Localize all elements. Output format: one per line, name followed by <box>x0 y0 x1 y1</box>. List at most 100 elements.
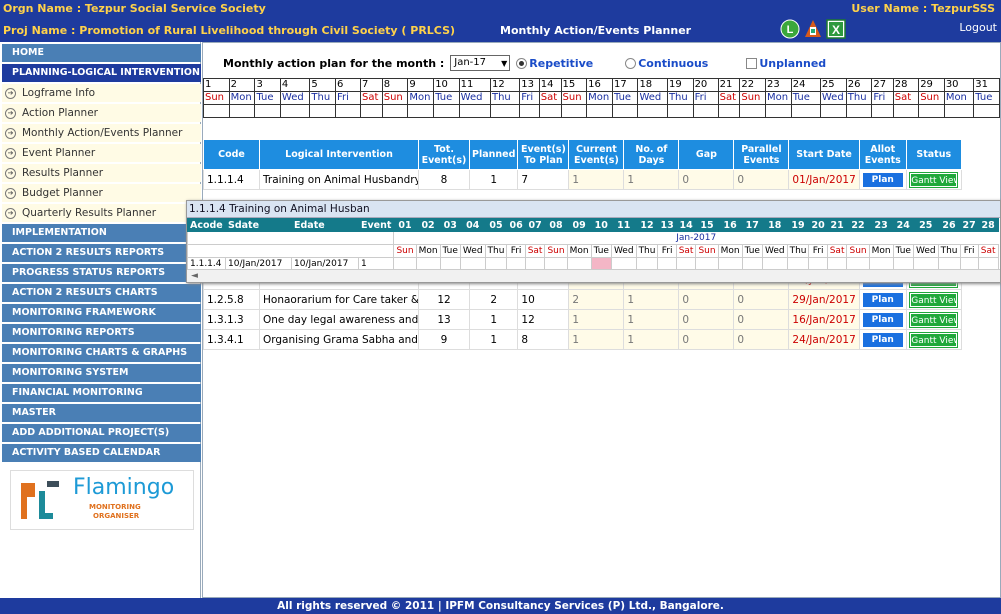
cal-cell[interactable] <box>279 104 311 118</box>
to-plan-cell: 10 <box>517 289 570 310</box>
parallel-events-input[interactable]: 0 <box>733 309 790 330</box>
start-date-input[interactable]: 24/Jan/2017 <box>788 329 860 350</box>
cal-cell[interactable] <box>228 104 256 118</box>
cal-cell[interactable] <box>819 104 847 118</box>
to-plan-cell: 7 <box>517 169 570 190</box>
cal-cell[interactable] <box>560 104 588 118</box>
gantt-weekday: Thu <box>635 244 659 258</box>
sidebar-subitem-quarterly-results-planner[interactable]: ➔ Quarterly Results Planner <box>2 204 201 222</box>
cal-cell[interactable] <box>309 104 337 118</box>
cal-weekday: Fri <box>871 91 894 105</box>
sidebar-item-planning-logical-intervention[interactable]: PLANNING-LOGICAL INTERVENTION <box>2 64 201 82</box>
cal-cell[interactable] <box>845 104 873 118</box>
cal-cell[interactable] <box>790 104 821 118</box>
gantt-view-button[interactable]: Gantt View <box>909 311 960 328</box>
cal-cell[interactable] <box>407 104 435 118</box>
cal-weekday: Wed <box>458 91 491 105</box>
month-select[interactable]: Jan-17 <box>450 55 511 71</box>
cal-cell[interactable] <box>360 104 383 118</box>
current-events-input[interactable]: 1 <box>568 309 625 330</box>
logout-link[interactable]: Logout <box>959 21 997 34</box>
parallel-events-input[interactable]: 0 <box>733 169 790 190</box>
sidebar-item-monitoring-charts-graphs[interactable]: MONITORING CHARTS & GRAPHS <box>2 344 201 362</box>
no-of-days-input[interactable]: 1 <box>623 329 680 350</box>
cal-cell[interactable] <box>489 104 521 118</box>
sidebar-item-implementation[interactable]: IMPLEMENTATION <box>2 224 201 242</box>
sidebar-item-activity-based-calendar[interactable]: ACTIVITY BASED CALENDAR <box>2 444 201 462</box>
current-events-input[interactable]: 2 <box>568 289 625 310</box>
sidebar-subitem-logframe-info[interactable]: ➔ Logframe Info <box>2 84 201 102</box>
gap-input[interactable]: 0 <box>678 309 735 330</box>
cal-cell[interactable] <box>717 104 741 118</box>
gantt-day-header: 07 <box>524 218 546 232</box>
start-date-input[interactable]: 29/Jan/2017 <box>788 289 860 310</box>
no-of-days-input[interactable]: 1 <box>623 169 680 190</box>
popup-scrollbar[interactable]: ◄ <box>187 269 1000 282</box>
logo-tagline-1: MONITORING <box>89 503 141 511</box>
cal-cell[interactable] <box>203 104 230 118</box>
sidebar-item-master[interactable]: MASTER <box>2 404 201 422</box>
cal-cell[interactable] <box>973 104 1000 118</box>
cal-cell[interactable] <box>943 104 975 118</box>
sidebar-subitem-action-planner[interactable]: ➔ Action Planner <box>2 104 201 122</box>
plan-button[interactable]: Plan <box>862 172 903 187</box>
gantt-view-button[interactable]: Gantt View <box>909 291 960 308</box>
current-events-input[interactable]: 1 <box>568 169 625 190</box>
help-icon[interactable]: L <box>780 19 800 39</box>
sidebar-item-monitoring-reports[interactable]: MONITORING REPORTS <box>2 324 201 342</box>
sidebar-item-monitoring-system[interactable]: MONITORING SYSTEM <box>2 364 201 382</box>
sidebar-subitem-event-planner[interactable]: ➔ Event Planner <box>2 144 201 162</box>
tools-icon[interactable] <box>803 19 823 39</box>
cal-cell[interactable] <box>254 104 281 118</box>
cal-cell[interactable] <box>666 104 694 118</box>
unplanned-checkbox[interactable] <box>746 57 758 69</box>
sidebar-item-financial-monitoring[interactable]: FINANCIAL MONITORING <box>2 384 201 402</box>
cal-cell[interactable] <box>918 104 945 118</box>
plan-button[interactable]: Plan <box>862 312 903 327</box>
cal-cell[interactable] <box>892 104 920 118</box>
sidebar-item-monitoring-framework[interactable]: MONITORING FRAMEWORK <box>2 304 201 322</box>
cal-cell[interactable] <box>381 104 409 118</box>
cal-cell[interactable] <box>586 104 613 118</box>
cal-cell[interactable] <box>433 104 460 118</box>
plan-button[interactable]: Plan <box>862 292 903 307</box>
parallel-events-input[interactable]: 0 <box>733 289 790 310</box>
cal-cell[interactable] <box>519 104 540 118</box>
gantt-view-button[interactable]: Gantt View <box>909 171 960 188</box>
cal-cell[interactable] <box>871 104 894 118</box>
sidebar-subitem-monthly-action-events-planner[interactable]: ➔ Monthly Action/Events Planner <box>2 124 201 142</box>
cal-cell[interactable] <box>458 104 491 118</box>
sidebar-item-home[interactable]: HOME <box>2 44 201 62</box>
no-of-days-input[interactable]: 1 <box>623 289 680 310</box>
cal-cell[interactable] <box>739 104 766 118</box>
gap-input[interactable]: 0 <box>678 169 735 190</box>
current-events-input[interactable]: 1 <box>568 329 625 350</box>
cal-cell[interactable] <box>637 104 668 118</box>
sidebar-subitem-budget-planner[interactable]: ➔ Budget Planner <box>2 184 201 202</box>
start-date-input[interactable]: 16/Jan/2017 <box>788 309 860 330</box>
cal-day-number: 31 <box>973 78 1000 92</box>
cal-day-number: 20 <box>692 78 719 92</box>
sidebar-item-action-2-results-reports[interactable]: ACTION 2 RESULTS REPORTS <box>2 244 201 262</box>
no-of-days-input[interactable]: 1 <box>623 309 680 330</box>
excel-icon[interactable]: X <box>826 19 846 39</box>
cal-cell[interactable] <box>692 104 719 118</box>
continuous-radio[interactable] <box>625 57 637 69</box>
start-date-input[interactable]: 01/Jan/2017 <box>788 169 860 190</box>
sidebar-item-progress-status-reports[interactable]: PROGRESS STATUS REPORTS <box>2 264 201 282</box>
sidebar-item-action-2-results-charts[interactable]: ACTION 2 RESULTS CHARTS <box>2 284 201 302</box>
cal-cell[interactable] <box>764 104 792 118</box>
cal-cell[interactable] <box>611 104 639 118</box>
sidebar-subitem-results-planner[interactable]: ➔ Results Planner <box>2 164 201 182</box>
parallel-events-input[interactable]: 0 <box>733 329 790 350</box>
sidebar-item-add-additional-project-s[interactable]: ADD ADDITIONAL PROJECT(S) <box>2 424 201 442</box>
cal-cell[interactable] <box>335 104 361 118</box>
cal-weekday: Sun <box>381 91 409 105</box>
repetitive-radio[interactable] <box>516 57 528 69</box>
gantt-view-button[interactable]: Gantt View <box>909 331 960 348</box>
project-name: Proj Name : Promotion of Rural Livelihoo… <box>3 24 456 37</box>
plan-button[interactable]: Plan <box>862 332 903 347</box>
gap-input[interactable]: 0 <box>678 329 735 350</box>
gap-input[interactable]: 0 <box>678 289 735 310</box>
cal-cell[interactable] <box>538 104 562 118</box>
